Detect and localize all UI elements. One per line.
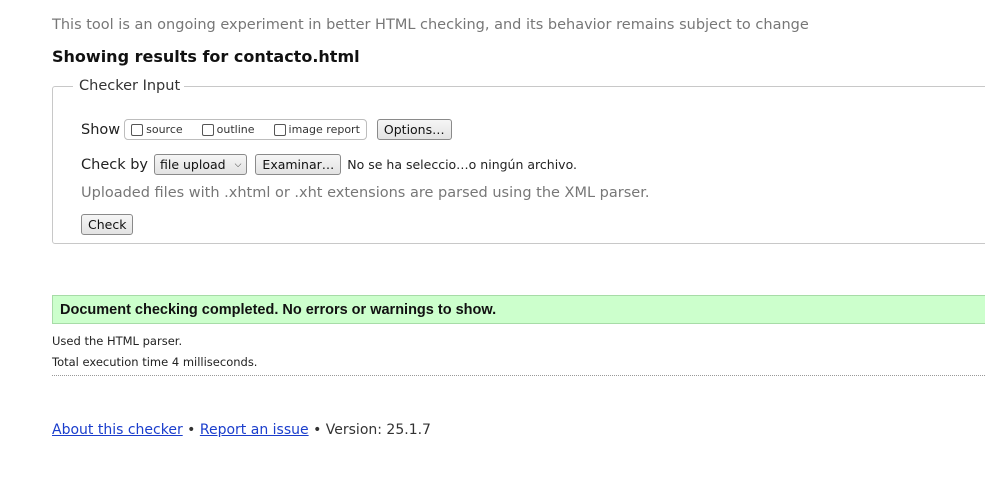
outline-checkbox[interactable] <box>201 123 214 136</box>
checker-input-legend: Checker Input <box>79 78 181 94</box>
show-source-option[interactable]: source <box>131 123 183 136</box>
report-issue-link[interactable]: Report an issue <box>200 422 309 438</box>
outline-checkbox-label[interactable]: outline <box>217 123 255 136</box>
chevron-down-icon[interactable]: ⌵ <box>235 160 242 170</box>
check-by-select[interactable]: file upload ⌵ <box>154 154 248 175</box>
image-report-checkbox-label[interactable]: image report <box>289 123 360 136</box>
footer-separator: • <box>313 422 322 438</box>
show-label: Show <box>81 121 121 138</box>
options-button[interactable]: Options… <box>376 119 452 140</box>
about-checker-link[interactable]: About this checker <box>52 422 183 438</box>
checker-input-fieldset: Checker Input Show source outline image … <box>52 78 985 244</box>
parser-info: Used the HTML parser. <box>52 334 183 348</box>
browse-file-button[interactable]: Examinar… <box>255 154 342 175</box>
file-status-text: No se ha seleccio…o ningún archivo. <box>347 157 577 172</box>
check-button[interactable]: Check <box>81 214 134 235</box>
page-title: Showing results for contacto.html <box>52 47 360 66</box>
footer: About this checker • Report an issue • V… <box>52 422 431 438</box>
show-row: Show source outline image report Options… <box>81 119 452 140</box>
source-checkbox-label[interactable]: source <box>146 123 183 136</box>
success-message-bar: Document checking completed. No errors o… <box>52 295 985 324</box>
experiment-notice: This tool is an ongoing experiment in be… <box>52 17 809 33</box>
check-row: Check <box>81 214 134 235</box>
version-text: Version: 25.1.7 <box>325 422 431 438</box>
check-by-select-value[interactable]: file upload <box>160 157 226 172</box>
parser-hint: Uploaded files with .xhtml or .xht exten… <box>81 185 650 201</box>
show-image-report-option[interactable]: image report <box>273 123 360 136</box>
show-options-group: source outline image report <box>124 119 367 140</box>
success-message: Document checking completed. No errors o… <box>60 301 497 318</box>
execution-time: Total execution time 4 milliseconds. <box>52 355 258 369</box>
checker-page: This tool is an ongoing experiment in be… <box>0 0 985 491</box>
check-by-label: Check by <box>81 156 148 173</box>
check-by-row: Check by file upload ⌵ Examinar… No se h… <box>81 154 577 175</box>
result-details: Used the HTML parser. Total execution ti… <box>52 331 985 376</box>
source-checkbox[interactable] <box>131 123 144 136</box>
image-report-checkbox[interactable] <box>273 123 286 136</box>
show-outline-option[interactable]: outline <box>201 123 255 136</box>
footer-separator: • <box>187 422 196 438</box>
parser-hint-row: Uploaded files with .xhtml or .xht exten… <box>81 185 649 201</box>
